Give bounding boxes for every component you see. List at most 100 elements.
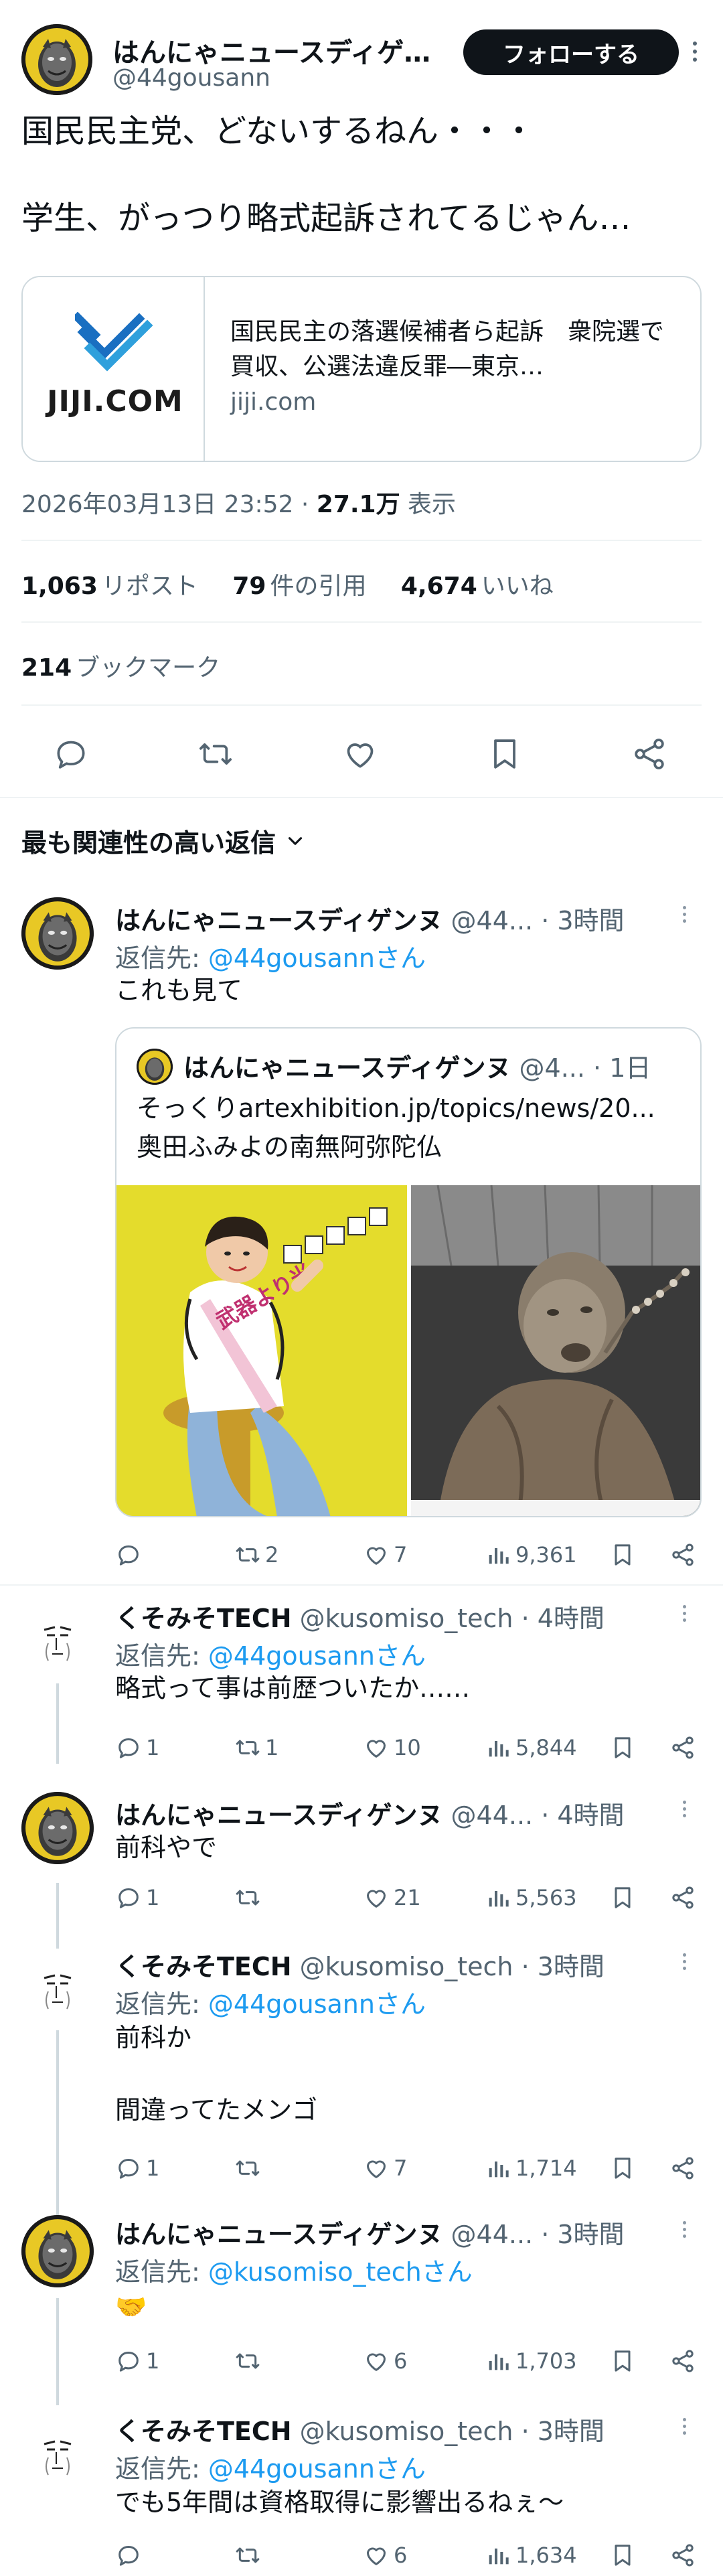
reply-author[interactable]: くそみそTECH @kusomiso_tech · 3時間	[115, 2411, 605, 2447]
views-count[interactable]: 9,361	[485, 1537, 577, 1572]
reply-icon[interactable]	[52, 735, 90, 773]
reply-icon	[118, 1738, 139, 1758]
reply-avatar[interactable]	[21, 1600, 94, 1673]
bookmark-icon[interactable]	[609, 1880, 640, 1915]
reply-avatar[interactable]	[21, 2415, 94, 2487]
reply-count[interactable]: 1	[115, 1880, 159, 1915]
share-icon[interactable]	[669, 2151, 700, 2186]
like-count[interactable]: 10	[363, 1730, 421, 1765]
bookmarks-stat[interactable]: 214 ブックマーク	[21, 648, 220, 683]
reply-avatar[interactable]	[21, 1792, 94, 1864]
reposts-stat[interactable]: 1,063 リポスト	[21, 573, 198, 600]
like-count[interactable]: 21	[363, 1880, 421, 1915]
reply-tweet[interactable]: はんにゃニュースディゲンヌ @44... · 3時間 返信先: @kusomis…	[0, 2214, 723, 2388]
reply-text-line2: 間違ってたメンゴ	[115, 2095, 318, 2125]
author-avatar[interactable]	[21, 24, 92, 95]
reply-tweet[interactable]: はんにゃニュースディゲンヌ @44... · 4時間 前科やで 1 21 5,5…	[0, 1792, 723, 1919]
more-options-icon[interactable]	[687, 39, 703, 68]
like-count[interactable]: 7	[363, 1537, 407, 1572]
share-icon[interactable]	[669, 2538, 700, 2573]
quote-text: そっくりartexhibition.jp/topics/news/20... 奥…	[137, 1089, 655, 1166]
retweet-count[interactable]: 2	[234, 1537, 278, 1572]
reply-text-line1: 前科か	[115, 2023, 192, 2052]
reply-to-link[interactable]: @44gousannさん	[208, 2454, 426, 2484]
views-count[interactable]: 5,844	[485, 1730, 577, 1765]
reply-count[interactable]	[115, 1537, 146, 1572]
retweet-count[interactable]	[234, 2344, 265, 2378]
more-options-icon[interactable]	[677, 1951, 691, 1978]
views-count[interactable]: 1,634	[485, 2538, 577, 2573]
bookmark-icon[interactable]	[609, 1537, 640, 1572]
bookmark-icon[interactable]	[609, 1730, 640, 1765]
retweet-count[interactable]	[234, 2151, 265, 2186]
more-options-icon[interactable]	[677, 2416, 691, 2443]
reply-tweet[interactable]: くそみそTECH @kusomiso_tech · 3時間 返信先: @44go…	[0, 1946, 723, 2187]
reply-to: 返信先: @44gousannさん	[115, 943, 426, 973]
quote-image-statue[interactable]	[411, 1185, 700, 1516]
reply-count[interactable]	[115, 2538, 146, 2573]
like-icon	[367, 1890, 386, 1908]
retweet-count[interactable]	[234, 1880, 265, 1915]
share-icon[interactable]	[669, 1880, 700, 1915]
reply-count[interactable]: 1	[115, 1730, 159, 1765]
views-count[interactable]: 5,563	[485, 1880, 577, 1915]
views-count[interactable]: 1,714	[485, 2151, 577, 2186]
follow-button[interactable]: フォローする	[463, 29, 679, 75]
reply-count[interactable]: 1	[115, 2344, 159, 2378]
share-icon[interactable]	[669, 1537, 700, 1572]
quoted-tweet[interactable]: はんにゃニュースディゲンヌ @4... · 1日 そっくりartexhibiti…	[115, 1027, 702, 1517]
reply-to-link[interactable]: @44gousannさん	[208, 943, 426, 973]
like-count[interactable]: 6	[363, 2538, 407, 2573]
reply-author[interactable]: くそみそTECH @kusomiso_tech · 3時間	[115, 1946, 605, 1983]
more-options-icon[interactable]	[677, 2219, 691, 2246]
bookmark-icon[interactable]	[609, 2344, 640, 2378]
like-count[interactable]: 6	[363, 2344, 407, 2378]
more-options-icon[interactable]	[677, 1603, 691, 1630]
more-options-icon[interactable]	[677, 904, 691, 931]
like-icon[interactable]	[341, 735, 379, 773]
reply-tweet[interactable]: くそみそTECH @kusomiso_tech · 3時間 返信先: @44go…	[0, 2411, 723, 2576]
reply-action-bar: 2 7 9,361	[115, 1537, 702, 1572]
reply-text: でも5年間は資格取得に影響出るねぇ〜	[115, 2488, 564, 2517]
quote-text-line1: そっくりartexhibition.jp/topics/news/20...	[137, 1093, 655, 1123]
quote-image-candidate[interactable]: 武器より米	[116, 1185, 407, 1516]
likes-stat[interactable]: 4,674 いいね	[401, 573, 554, 600]
share-icon[interactable]	[631, 735, 668, 773]
reply-tweet[interactable]: くそみそTECH @kusomiso_tech · 4時間 返信先: @44go…	[0, 1598, 723, 1792]
link-preview-card[interactable]: JIJI.COM 国民民主の落選候補者ら起訴 衆院選で買収、公選法違反罪―東京……	[21, 276, 702, 462]
retweet-count[interactable]: 1	[234, 1730, 278, 1765]
more-options-icon[interactable]	[677, 1799, 691, 1825]
reply-avatar[interactable]	[21, 2215, 94, 2287]
divider	[0, 797, 723, 798]
share-icon[interactable]	[669, 1730, 700, 1765]
tweet-text-line1: 国民民主党、どないするねん・・・	[21, 112, 536, 150]
reply-icon	[118, 2352, 139, 2372]
retweet-count[interactable]	[234, 2538, 265, 2573]
reply-author[interactable]: はんにゃニュースディゲンヌ @44... · 3時間	[115, 2214, 625, 2251]
reply-to: 返信先: @44gousannさん	[115, 2454, 426, 2484]
reply-author[interactable]: くそみそTECH @kusomiso_tech · 4時間	[115, 1598, 605, 1635]
share-icon[interactable]	[669, 2344, 700, 2378]
reply-avatar[interactable]	[21, 1949, 94, 2021]
bookmark-icon[interactable]	[609, 2151, 640, 2186]
reply-to-link[interactable]: @kusomiso_techさん	[208, 2257, 473, 2287]
tweet-action-bar	[0, 723, 723, 783]
reply-to: 返信先: @44gousannさん	[115, 1641, 426, 1671]
divider	[21, 621, 702, 623]
bookmark-icon[interactable]	[609, 2538, 640, 2573]
bookmark-icon[interactable]	[486, 735, 524, 773]
tweet-timestamp[interactable]: 2026年03月13日 23:52	[21, 491, 293, 518]
reply-sort-dropdown[interactable]: 最も関連性の高い返信	[21, 822, 307, 859]
author-handle[interactable]: @44gousann	[112, 64, 270, 92]
views-count[interactable]: 1,703	[485, 2344, 577, 2378]
link-title[interactable]: 国民民主の落選候補者ら起訴 衆院選で買収、公選法違反罪―東京…	[230, 315, 679, 384]
retweet-icon[interactable]	[197, 735, 234, 773]
reply-avatar[interactable]	[21, 897, 94, 970]
like-count[interactable]: 7	[363, 2151, 407, 2186]
reply-to-link[interactable]: @44gousannさん	[208, 1989, 426, 2019]
quotes-stat[interactable]: 79 件の引用	[232, 573, 366, 600]
reply-to-link[interactable]: @44gousannさん	[208, 1641, 426, 1671]
reply-author[interactable]: はんにゃニュースディゲンヌ @44... · 4時間	[115, 1795, 625, 1831]
reply-count[interactable]: 1	[115, 2151, 159, 2186]
reply-author[interactable]: はんにゃニュースディゲンヌ @44... · 3時間	[115, 900, 625, 937]
